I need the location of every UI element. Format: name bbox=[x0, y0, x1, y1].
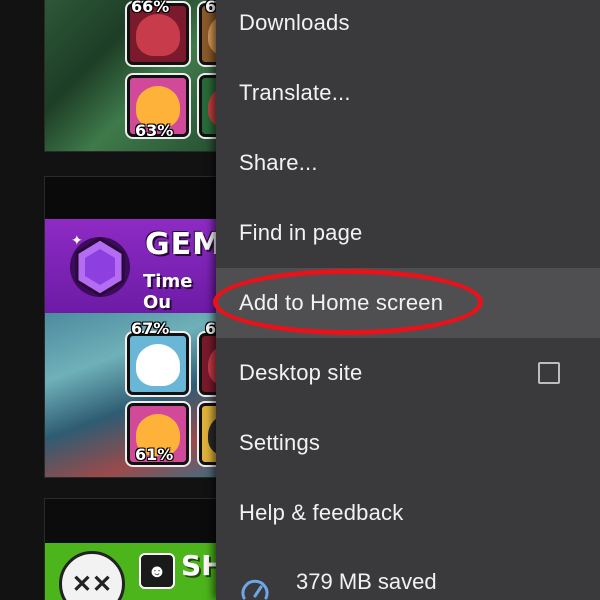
menu-item-label: Downloads bbox=[239, 10, 350, 35]
win-rate: 6 bbox=[205, 319, 217, 338]
gem-grab-banner: ✦ GEM Time Ou bbox=[45, 219, 225, 313]
win-rate: 63% bbox=[135, 121, 174, 140]
menu-item-label: Translate... bbox=[239, 80, 351, 105]
map-name: Time Ou bbox=[143, 271, 193, 313]
brawler-portrait bbox=[127, 333, 189, 395]
menu-item-label: Settings bbox=[239, 430, 321, 455]
gem-icon: ✦ bbox=[70, 233, 130, 297]
event-card[interactable]: ✦ GEM Time Ou 67% 6 61% bbox=[44, 176, 226, 478]
data-saved-label[interactable]: 379 MB saved bbox=[296, 569, 437, 595]
menu-item-downloads[interactable]: Downloads bbox=[216, 0, 600, 58]
menu-item-find-in-page[interactable]: Find in page bbox=[216, 198, 600, 268]
win-rate: 61% bbox=[135, 445, 174, 464]
menu-item-help-feedback[interactable]: Help & feedback bbox=[216, 478, 600, 548]
menu-item-translate[interactable]: Translate... bbox=[216, 58, 600, 128]
mode-title: GEM bbox=[145, 227, 223, 262]
menu-item-add-to-home-screen[interactable]: Add to Home screen bbox=[216, 268, 600, 338]
menu-item-label: Find in page bbox=[239, 220, 363, 245]
data-saver-icon bbox=[241, 579, 269, 600]
event-card[interactable]: ✕✕ ☻ SH bbox=[44, 498, 226, 600]
win-rate: 67% bbox=[131, 319, 170, 338]
menu-item-label: Share... bbox=[239, 150, 318, 175]
showdown-banner: ✕✕ ☻ SH bbox=[45, 543, 225, 600]
showdown-icon: ☻ bbox=[139, 553, 175, 589]
card-header bbox=[45, 177, 225, 219]
svg-text:✦: ✦ bbox=[71, 233, 83, 249]
menu-item-label: Help & feedback bbox=[239, 500, 404, 525]
menu-item-desktop-site[interactable]: Desktop site bbox=[216, 338, 600, 408]
win-rate: 66% bbox=[131, 0, 170, 16]
win-rate: 6 bbox=[205, 0, 217, 16]
skull-icon: ✕✕ bbox=[59, 551, 125, 600]
event-card[interactable]: 66% 6 63% bbox=[44, 0, 226, 152]
background-page: 66% 6 63% ✦ GEM Time Ou 67% 6 61% ✕✕ ☻ S… bbox=[0, 0, 226, 600]
menu-item-settings[interactable]: Settings bbox=[216, 408, 600, 478]
menu-item-label: Add to Home screen bbox=[239, 290, 444, 315]
menu-item-label: Desktop site bbox=[239, 360, 363, 385]
desktop-site-checkbox[interactable] bbox=[538, 362, 560, 384]
screen: 66% 6 63% ✦ GEM Time Ou 67% 6 61% ✕✕ ☻ S… bbox=[0, 0, 600, 600]
menu-item-share[interactable]: Share... bbox=[216, 128, 600, 198]
overflow-menu: Downloads Translate... Share... Find in … bbox=[216, 0, 600, 600]
